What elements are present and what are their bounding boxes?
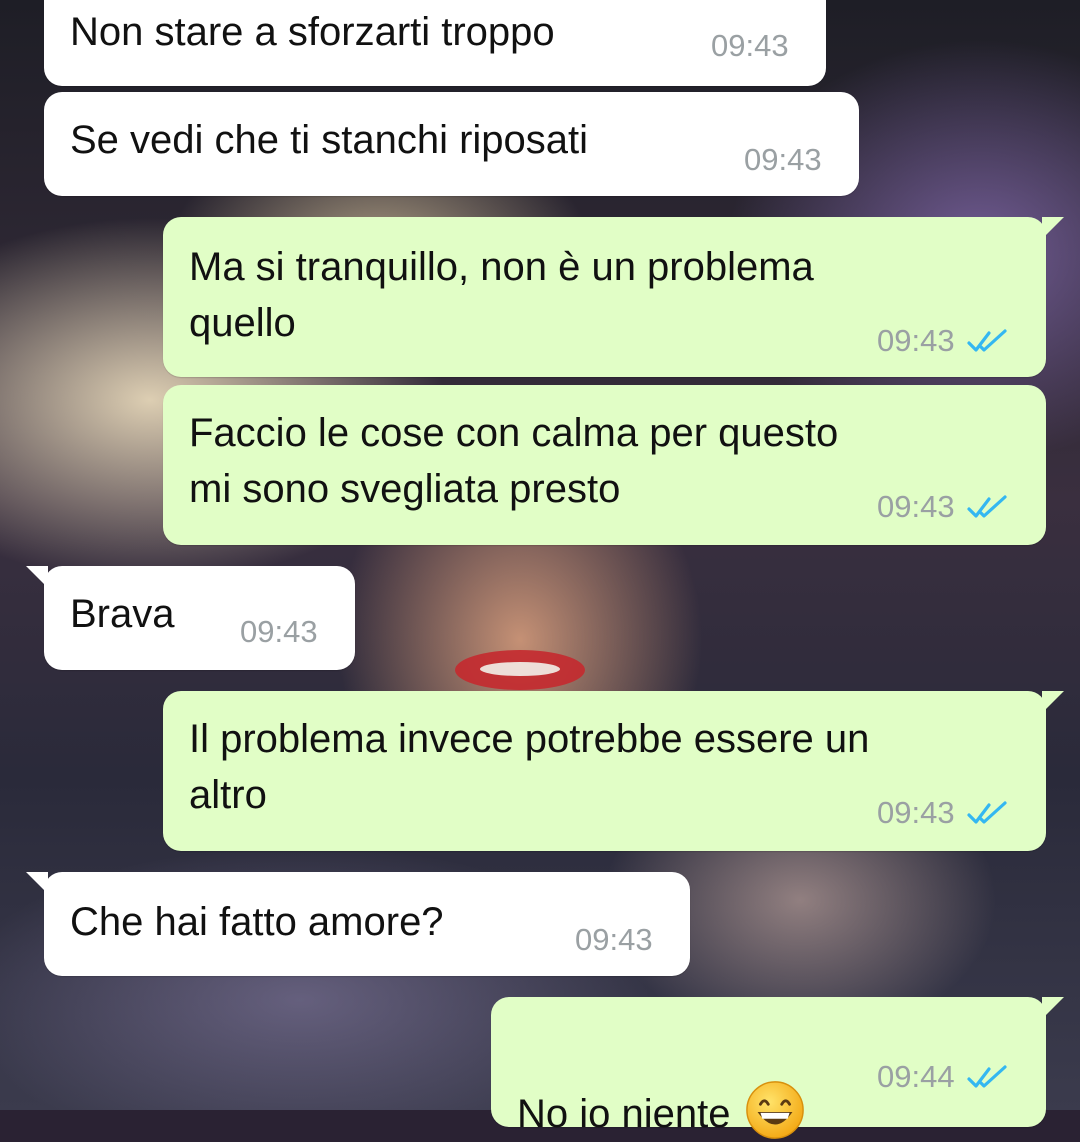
- bubble-tail: [1042, 217, 1064, 239]
- bubble-tail: [1042, 691, 1064, 713]
- message-bubble-outgoing[interactable]: Il problema invece potrebbe essere un al…: [163, 691, 1064, 851]
- message-time: 09:44: [877, 1059, 955, 1094]
- double-check-read-icon: [966, 329, 1007, 352]
- message-meta: 09:43: [744, 142, 822, 178]
- grinning-face-emoji-icon: [746, 1081, 805, 1139]
- wallpaper-photo: [455, 650, 585, 690]
- message-text: Non stare a sforzarti troppo: [70, 10, 555, 54]
- message-time: 09:43: [877, 489, 955, 524]
- message-bubble-outgoing[interactable]: No io niente 09:44: [491, 997, 1064, 1139]
- bubble-tail: [26, 566, 48, 588]
- bubble-tail: [1042, 997, 1064, 1019]
- message-meta: 09:43: [240, 614, 318, 650]
- message-bubble-incoming[interactable]: Brava 09:43: [26, 566, 355, 670]
- message-text: Faccio le cose con calma per questo mi s…: [189, 411, 839, 511]
- message-text: Brava: [70, 592, 175, 636]
- message-meta: 09:44: [877, 1059, 1011, 1095]
- message-time: 09:43: [744, 142, 822, 177]
- message-meta: 09:43: [711, 28, 789, 64]
- message-bubble-incoming[interactable]: Se vedi che ti stanchi riposati 09:43: [44, 92, 859, 196]
- message-text: Ma si tranquillo, non è un problema quel…: [189, 245, 814, 345]
- message-text: No io niente: [517, 1023, 806, 1142]
- message-meta: 09:43: [877, 323, 1011, 359]
- message-meta: 09:43: [575, 922, 653, 958]
- message-time: 09:43: [877, 795, 955, 830]
- message-text-content: No io niente: [517, 1092, 731, 1136]
- message-bubble-incoming[interactable]: Che hai fatto amore? 09:43: [26, 872, 690, 976]
- double-check-read-icon: [966, 495, 1007, 518]
- message-time: 09:43: [240, 614, 318, 649]
- message-time: 09:43: [575, 922, 653, 957]
- message-bubble-outgoing[interactable]: Ma si tranquillo, non è un problema quel…: [163, 217, 1064, 377]
- double-check-read-icon: [966, 801, 1007, 824]
- message-bubble-incoming[interactable]: Non stare a sforzarti troppo 09:43: [44, 0, 826, 86]
- message-meta: 09:43: [877, 489, 1011, 525]
- double-check-read-icon: [966, 1065, 1007, 1088]
- message-time: 09:43: [711, 28, 789, 63]
- message-bubble-outgoing[interactable]: Faccio le cose con calma per questo mi s…: [163, 385, 1046, 545]
- message-text: Se vedi che ti stanchi riposati: [70, 118, 589, 162]
- message-time: 09:43: [877, 323, 955, 358]
- bubble-tail: [26, 872, 48, 894]
- message-text: Che hai fatto amore?: [70, 900, 444, 944]
- message-meta: 09:43: [877, 795, 1011, 831]
- message-text: Il problema invece potrebbe essere un al…: [189, 717, 870, 817]
